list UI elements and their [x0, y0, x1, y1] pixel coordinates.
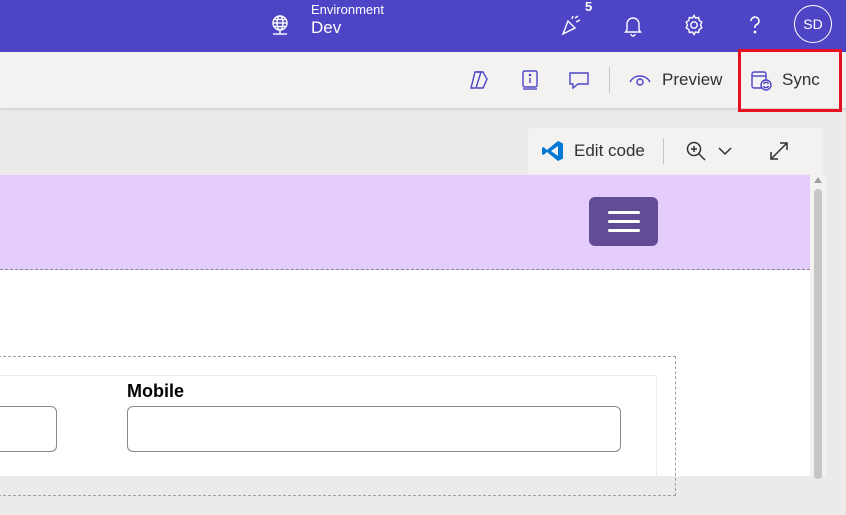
scroll-up-arrow-icon[interactable] — [814, 177, 822, 183]
site-header — [0, 175, 810, 270]
celebrate-icon[interactable] — [558, 12, 584, 38]
zoom-dropdown[interactable] — [684, 128, 734, 174]
edit-code-label: Edit code — [574, 141, 645, 160]
canvas-toolbar: Edit code — [528, 128, 823, 174]
previous-field-input[interactable] — [0, 406, 57, 452]
expand-button[interactable] — [767, 128, 791, 174]
command-separator — [609, 67, 610, 93]
edit-code-button[interactable]: Edit code — [541, 128, 645, 174]
mobile-input[interactable] — [127, 406, 621, 452]
mobile-field-label: Mobile — [127, 381, 184, 401]
bell-icon[interactable] — [620, 12, 646, 38]
environment-value[interactable]: Dev — [311, 18, 341, 38]
info-book-icon[interactable] — [518, 68, 542, 92]
environment-label: Environment — [311, 2, 384, 17]
globe-icon[interactable] — [268, 13, 292, 37]
sync-highlight-box — [738, 49, 842, 112]
menu-line — [607, 220, 640, 223]
zoom-in-icon — [684, 139, 708, 163]
vscode-icon — [541, 139, 565, 163]
vertical-scrollbar[interactable] — [810, 175, 826, 479]
preview-button[interactable]: Preview — [628, 52, 722, 108]
hamburger-menu-button[interactable] — [589, 197, 658, 246]
menu-line — [607, 211, 640, 214]
scroll-thumb[interactable] — [814, 189, 822, 479]
chevron-down-icon — [716, 142, 734, 160]
gear-icon[interactable] — [681, 12, 707, 38]
menu-line — [607, 229, 640, 232]
command-bar: Preview Sync — [0, 52, 846, 109]
eye-icon — [628, 68, 652, 92]
user-avatar[interactable]: SD — [794, 5, 832, 43]
help-icon[interactable] — [742, 12, 768, 38]
expand-icon — [767, 139, 791, 163]
top-bar: Environment Dev 5 SD — [0, 0, 846, 52]
site-preview-canvas: Mobile — [0, 175, 810, 515]
preview-label: Preview — [662, 70, 723, 89]
toolbar-separator — [663, 138, 664, 164]
notification-count-badge: 5 — [585, 0, 593, 14]
copilot-icon[interactable] — [467, 68, 491, 92]
comment-icon[interactable] — [567, 68, 591, 92]
